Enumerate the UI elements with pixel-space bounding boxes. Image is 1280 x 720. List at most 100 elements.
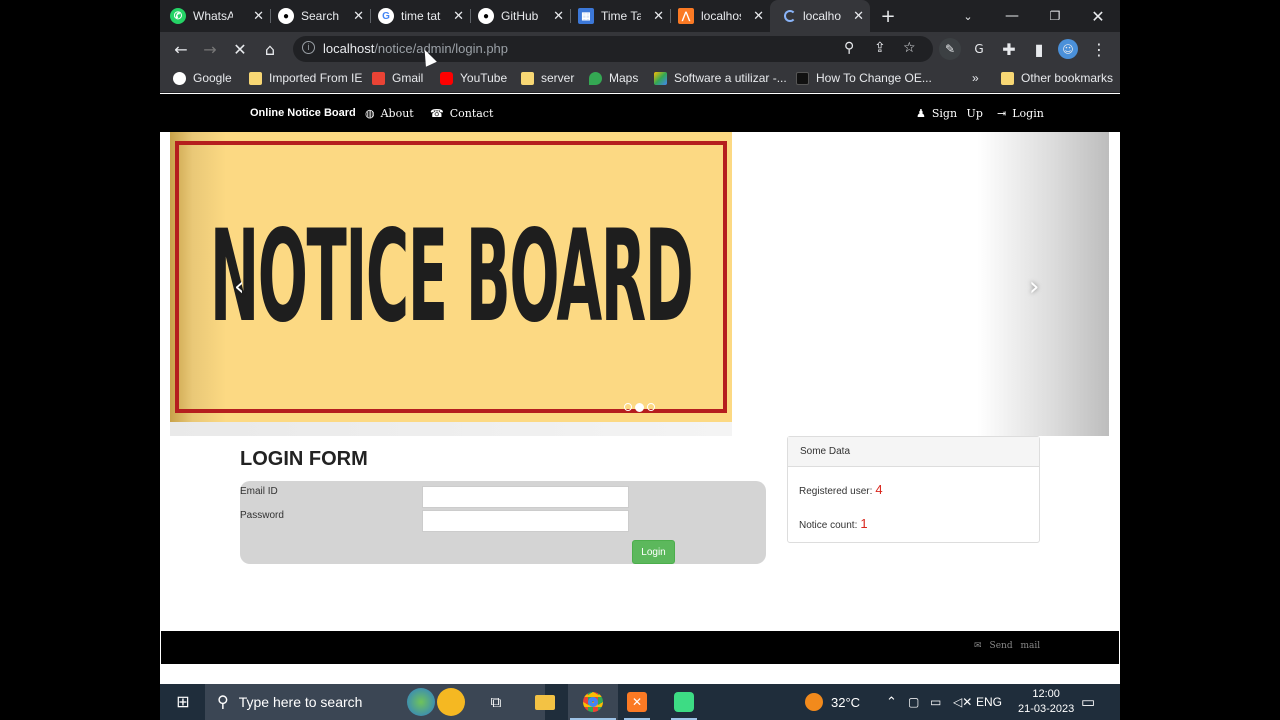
tab-timetable[interactable]: ▦ Time Ta ✕	[570, 0, 670, 32]
close-tab-icon[interactable]: ✕	[353, 8, 364, 24]
zoom-icon[interactable]: ⚲	[844, 40, 854, 56]
nav-label: Sign Up	[931, 107, 983, 120]
tray-chevron-up-icon[interactable]: ⌃	[886, 684, 897, 720]
close-tab-icon[interactable]: ✕	[453, 8, 464, 24]
clock-date: 21-03-2023	[1018, 703, 1075, 715]
tab-localhost-active[interactable]: localho ✕	[770, 0, 870, 32]
translate-icon[interactable]: G	[968, 38, 990, 60]
address-bar[interactable]: i localhost/notice/admin/login.php	[293, 36, 933, 62]
close-window-button[interactable]: ✕	[1076, 0, 1120, 32]
phone-icon: ☎	[430, 107, 444, 120]
bookmark-label: Gmail	[392, 71, 424, 85]
some-data-panel: Some Data Registered user: 4 Notice count…	[787, 436, 1040, 543]
side-panel-icon[interactable]: ▮	[1028, 38, 1050, 60]
close-tab-icon[interactable]: ✕	[253, 8, 264, 24]
carousel-dot-active[interactable]	[635, 403, 644, 412]
volume-muted-icon[interactable]: ◁✕	[953, 684, 972, 720]
file-explorer-icon[interactable]	[530, 684, 560, 720]
search-icon: ⚲	[217, 694, 229, 711]
registered-user-label: Registered user:	[799, 486, 873, 497]
tab-whatsapp[interactable]: ✆ WhatsA ✕	[170, 0, 270, 32]
send-mail-link[interactable]: ✉ Send mail	[974, 641, 1040, 651]
carousel-dot[interactable]	[647, 403, 655, 411]
bookmarks-overflow-button[interactable]: »	[972, 71, 979, 85]
bookmark-software[interactable]: Software a utilizar -...	[654, 71, 787, 85]
share-icon[interactable]: ⇪	[874, 40, 886, 56]
tab-search-chevron-icon[interactable]: ⌄	[946, 0, 990, 32]
nav-login[interactable]: ⇥ Login	[997, 107, 1044, 120]
bookmark-gmail[interactable]: Gmail	[372, 71, 423, 85]
tab-strip: ✆ WhatsA ✕ ● Search · ✕ G time tat ✕ ● G…	[160, 0, 1120, 32]
bookmark-label: Imported From IE	[269, 71, 363, 85]
tab-github-search[interactable]: ● Search · ✕	[270, 0, 370, 32]
puzzle-extensions-icon[interactable]: ✚	[998, 38, 1020, 60]
new-tab-button[interactable]: +	[866, 0, 910, 32]
tab-google-search[interactable]: G time tat ✕	[370, 0, 470, 32]
tab-github[interactable]: ● GitHub ✕	[470, 0, 570, 32]
gmail-icon	[372, 71, 385, 85]
minimize-button[interactable]: —	[990, 0, 1034, 32]
brand-link[interactable]: Online Notice Board	[250, 107, 356, 119]
bookmark-server[interactable]: server	[521, 71, 574, 85]
close-tab-icon[interactable]: ✕	[653, 8, 664, 24]
carousel-indicators	[624, 403, 655, 412]
close-tab-icon[interactable]: ✕	[553, 8, 564, 24]
site-info-icon[interactable]: i	[302, 41, 315, 54]
tab-localhost[interactable]: ⋀ localhos ✕	[670, 0, 770, 32]
nav-contact[interactable]: ☎ Contact	[430, 107, 493, 120]
tab-label: localhos	[701, 9, 741, 23]
bookmark-how-to-change[interactable]: How To Change OE...	[796, 71, 932, 85]
nav-about[interactable]: ◍ About	[365, 107, 414, 120]
notification-icon[interactable]: ▭	[1081, 684, 1095, 720]
screen: ✆ WhatsA ✕ ● Search · ✕ G time tat ✕ ● G…	[160, 0, 1120, 720]
clock[interactable]: 12:00 21-03-2023	[1018, 684, 1074, 720]
bookmark-star-icon[interactable]: ☆	[903, 40, 916, 56]
weather-widget[interactable]: 32°C	[805, 684, 860, 720]
tab-label: WhatsA	[193, 9, 233, 23]
carousel-prev-chevron-icon[interactable]: ‹	[234, 272, 244, 302]
login-button[interactable]: Login	[632, 540, 675, 564]
widget-globe-icon[interactable]	[407, 688, 435, 716]
notice-count-value: 1	[860, 516, 868, 531]
github-icon: ●	[478, 8, 494, 24]
password-field[interactable]	[422, 510, 629, 532]
home-icon[interactable]: ⌂	[259, 38, 281, 60]
weather-sun-icon	[805, 693, 823, 711]
bookmark-label: server	[541, 71, 575, 85]
task-view-icon[interactable]: ⧉	[486, 684, 506, 720]
user-icon: ♟	[916, 107, 926, 120]
carousel-dot[interactable]	[624, 403, 632, 411]
network-icon[interactable]: ▭	[930, 684, 941, 720]
close-tab-icon[interactable]: ✕	[753, 8, 764, 24]
forward-arrow-icon[interactable]: →	[199, 38, 221, 60]
stop-loading-icon[interactable]: ✕	[229, 38, 251, 60]
language-indicator[interactable]: ENG	[976, 684, 1002, 720]
google-icon: G	[378, 8, 394, 24]
tab-label: Search ·	[301, 9, 341, 23]
bookmark-imported-from-ie[interactable]: Imported From IE	[249, 71, 362, 85]
other-bookmarks[interactable]: Other bookmarks	[1001, 71, 1113, 85]
nav-signup[interactable]: ♟ Sign Up	[916, 107, 983, 120]
url-host: localhost	[323, 41, 375, 56]
restore-button[interactable]: ❐	[1033, 0, 1077, 32]
carousel-next-chevron-icon[interactable]: ›	[1029, 272, 1039, 302]
battery-meeting-icon[interactable]: ▢	[908, 684, 919, 720]
profile-avatar[interactable]: ☺	[1058, 39, 1078, 59]
extension-icon[interactable]: ✎	[939, 38, 961, 60]
email-label: Email ID	[240, 486, 278, 497]
bookmark-maps[interactable]: Maps	[589, 71, 638, 85]
nav-label: Contact	[449, 107, 494, 120]
close-tab-icon[interactable]: ✕	[853, 8, 864, 24]
xampp-taskbar-icon[interactable]: ✕	[625, 684, 649, 720]
widget-sun-icon[interactable]	[437, 688, 465, 716]
tab-label: localho	[803, 9, 842, 23]
folder-icon	[1001, 71, 1014, 85]
back-arrow-icon[interactable]: ←	[170, 38, 192, 60]
email-field[interactable]	[422, 486, 629, 508]
app-taskbar-icon[interactable]	[672, 684, 696, 720]
bookmark-google[interactable]: Google	[173, 71, 232, 85]
chrome-taskbar-icon[interactable]	[568, 684, 618, 720]
bookmark-youtube[interactable]: YouTube	[440, 71, 507, 85]
menu-kebab-icon[interactable]: ⋮	[1088, 38, 1110, 60]
windows-start-icon[interactable]: ⊞	[172, 684, 194, 720]
